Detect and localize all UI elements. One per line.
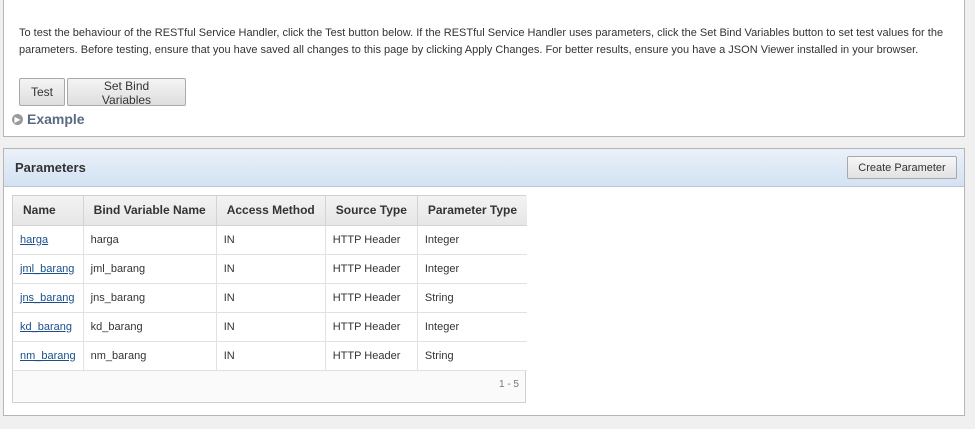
parameter-link[interactable]: jns_barang (20, 292, 74, 304)
table-cell: HTTP Header (325, 312, 418, 342)
table-header-row: Name Bind Variable Name Access Method So… (13, 196, 528, 226)
table-cell: Integer (417, 254, 528, 284)
parameter-link[interactable]: kd_barang (20, 321, 72, 333)
column-header-parameter-type[interactable]: Parameter Type (417, 196, 528, 226)
test-button[interactable]: Test (19, 78, 65, 106)
example-label: Example (27, 111, 85, 127)
table-cell: jns_barang (83, 283, 217, 313)
table-row: kd_barang kd_barang IN HTTP Header Integ… (13, 312, 528, 342)
table-cell: HTTP Header (325, 283, 418, 313)
parameters-table: Name Bind Variable Name Access Method So… (13, 196, 528, 371)
parameters-region: Parameters Create Parameter Name Bind Va… (3, 148, 965, 416)
column-header-source-type[interactable]: Source Type (325, 196, 418, 226)
table-cell: harga (83, 225, 217, 255)
example-toggle[interactable]: ▶ Example (12, 110, 85, 128)
table-cell: IN (216, 254, 326, 284)
expand-chevron-icon: ▶ (12, 113, 23, 125)
create-parameter-button[interactable]: Create Parameter (847, 156, 957, 179)
table-cell: HTTP Header (325, 254, 418, 284)
table-row: jns_barang jns_barang IN HTTP Header Str… (13, 283, 528, 313)
table-cell: IN (216, 341, 326, 371)
table-cell: String (417, 283, 528, 313)
table-cell: IN (216, 225, 326, 255)
parameter-link[interactable]: harga (20, 234, 48, 246)
column-header-bind-variable-name[interactable]: Bind Variable Name (83, 196, 217, 226)
table-cell: String (417, 341, 528, 371)
table-cell: kd_barang (83, 312, 217, 342)
pagination-range: 1 - 5 (498, 379, 519, 390)
table-cell: HTTP Header (325, 341, 418, 371)
column-header-access-method[interactable]: Access Method (216, 196, 326, 226)
table-row: harga harga IN HTTP Header Integer (13, 225, 528, 255)
table-cell: IN (216, 312, 326, 342)
set-bind-variables-button[interactable]: Set Bind Variables (67, 78, 186, 107)
table-cell: Integer (417, 312, 528, 342)
table-row: nm_barang nm_barang IN HTTP Header Strin… (13, 341, 528, 371)
parameters-header: Parameters Create Parameter (4, 149, 964, 187)
parameters-title: Parameters (15, 160, 86, 175)
table-cell: IN (216, 283, 326, 313)
table-cell: nm_barang (83, 341, 217, 371)
parameters-report: Name Bind Variable Name Access Method So… (12, 195, 528, 403)
test-region: To test the behaviour of the RESTful Ser… (3, 0, 965, 137)
table-row: jml_barang jml_barang IN HTTP Header Int… (13, 254, 528, 284)
column-header-name[interactable]: Name (13, 196, 84, 226)
table-cell: Integer (417, 225, 528, 255)
test-help-text: To test the behaviour of the RESTful Ser… (19, 27, 944, 56)
table-cell: HTTP Header (325, 225, 418, 255)
parameter-link[interactable]: jml_barang (20, 263, 74, 275)
parameter-link[interactable]: nm_barang (20, 350, 76, 362)
table-cell: jml_barang (83, 254, 217, 284)
